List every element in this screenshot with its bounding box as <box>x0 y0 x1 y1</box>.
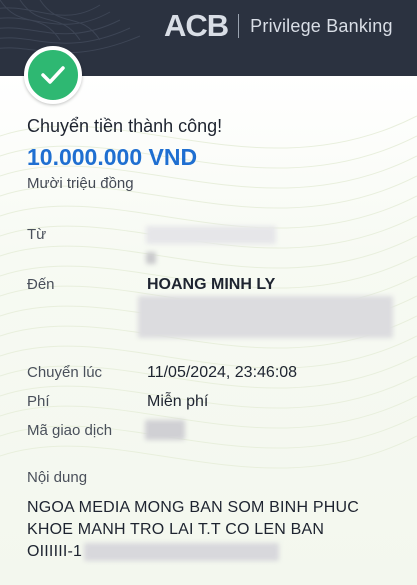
fee-value: Miễn phí <box>147 393 209 410</box>
brand-divider <box>238 14 240 38</box>
transaction-id-redacted <box>145 420 185 440</box>
transfer-content: NGOA MEDIA MONG BAN SOM BINH PHUC KHOE M… <box>27 497 397 563</box>
from-account-redacted <box>146 252 156 264</box>
transfer-time: 11/05/2024, 23:46:08 <box>147 364 298 381</box>
recipient-name: HOANG MINH LY <box>147 276 276 293</box>
success-check-icon <box>24 46 82 104</box>
from-name-redacted <box>146 226 276 244</box>
acb-logo: ACB <box>164 8 229 43</box>
brand: ACB Privilege Banking <box>164 8 393 43</box>
time-label: Chuyển lúc <box>27 364 103 381</box>
transfer-status-title: Chuyển tiền thành công! <box>27 116 223 136</box>
from-label: Từ <box>27 226 47 243</box>
fee-label: Phí <box>27 393 50 410</box>
content-label: Nội dung <box>27 469 88 486</box>
recipient-account-redacted <box>138 296 393 338</box>
to-label: Đến <box>27 276 55 293</box>
content-line-3-prefix: OIIIIII-1 <box>27 543 83 560</box>
content-line-3: OIIIIII-1 <box>27 541 397 563</box>
amount-in-words: Mười triệu đồng <box>27 175 134 192</box>
content-line-1: NGOA MEDIA MONG BAN SOM BINH PHUC <box>27 499 359 516</box>
brand-tagline: Privilege Banking <box>250 15 393 36</box>
transaction-id-label: Mã giao dịch <box>27 422 113 439</box>
content-line-2: KHOE MANH TRO LAI T.T CO LEN BAN <box>27 521 325 538</box>
transfer-amount: 10.000.000 VND <box>27 144 198 170</box>
content-redacted <box>84 543 280 561</box>
